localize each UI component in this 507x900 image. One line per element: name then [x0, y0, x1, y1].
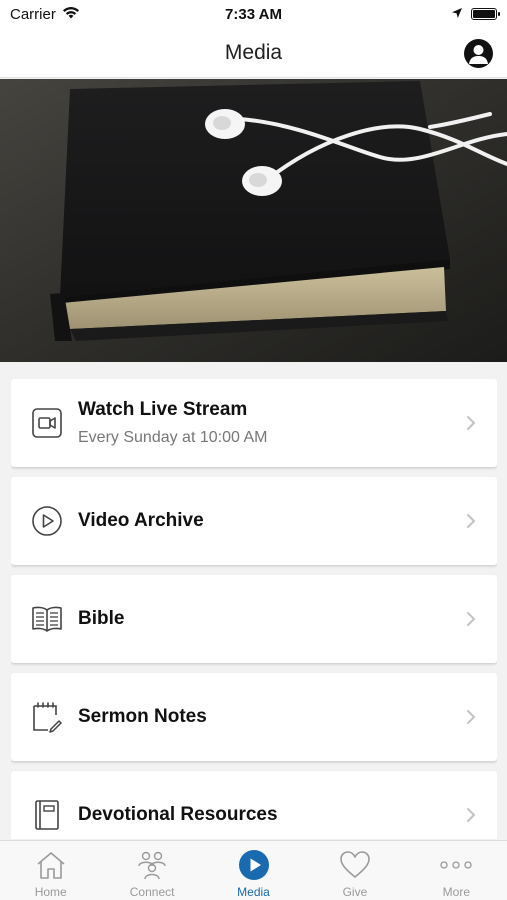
menu-item-video-archive[interactable]: Video Archive	[11, 477, 497, 565]
menu-item-text: Devotional Resources	[78, 804, 461, 826]
tab-label: More	[442, 885, 470, 899]
menu-item-text: Video Archive	[78, 510, 461, 532]
hero-image	[0, 79, 507, 362]
status-right	[451, 6, 500, 23]
notepad-pencil-icon	[30, 700, 64, 734]
user-avatar-icon	[469, 45, 488, 64]
home-icon	[34, 849, 68, 881]
tab-label: Connect	[129, 885, 175, 899]
location-arrow-icon	[451, 6, 463, 23]
chevron-right-icon	[461, 511, 481, 531]
menu-item-text: Sermon Notes	[78, 706, 461, 728]
tab-bar: Home Connect Media Give More	[0, 840, 507, 900]
tab-connect[interactable]: Connect	[101, 841, 202, 900]
menu-item-title: Video Archive	[78, 510, 204, 531]
menu-item-sermon-notes[interactable]: Sermon Notes	[11, 673, 497, 761]
tab-home[interactable]: Home	[0, 841, 101, 900]
menu-item-title: Bible	[78, 608, 125, 629]
nav-header: Media	[0, 28, 507, 78]
media-menu-list: Watch Live Stream Every Sunday at 10:00 …	[11, 379, 497, 839]
tab-more[interactable]: More	[406, 841, 507, 900]
heart-icon	[338, 849, 372, 881]
open-book-icon	[30, 602, 64, 636]
more-dots-icon	[439, 849, 473, 881]
menu-item-watch-live-stream[interactable]: Watch Live Stream Every Sunday at 10:00 …	[11, 379, 497, 467]
menu-item-bible[interactable]: Bible	[11, 575, 497, 663]
menu-item-devotional-resources[interactable]: Devotional Resources	[11, 771, 497, 839]
tab-label: Home	[34, 885, 67, 899]
menu-item-text: Watch Live Stream Every Sunday at 10:00 …	[78, 399, 461, 447]
chevron-right-icon	[461, 707, 481, 727]
tab-give[interactable]: Give	[304, 841, 405, 900]
chevron-right-icon	[461, 805, 481, 825]
status-left: Carrier	[10, 6, 80, 23]
wifi-icon	[62, 6, 80, 23]
video-camera-icon	[30, 406, 64, 440]
carrier-label: Carrier	[10, 5, 56, 23]
menu-item-subtitle: Every Sunday at 10:00 AM	[78, 429, 268, 446]
page-title: Media	[224, 40, 283, 64]
profile-button[interactable]	[464, 39, 493, 68]
chevron-right-icon	[461, 609, 481, 629]
play-circle-icon	[30, 504, 64, 538]
play-circle-filled-icon	[237, 849, 271, 881]
battery-icon	[471, 8, 500, 20]
people-icon	[135, 849, 169, 881]
menu-item-title: Devotional Resources	[78, 804, 278, 825]
menu-item-text: Bible	[78, 608, 461, 630]
menu-item-title: Sermon Notes	[78, 706, 207, 727]
headphones-on-bible-image	[0, 79, 507, 362]
chevron-right-icon	[461, 413, 481, 433]
tab-media[interactable]: Media	[203, 841, 304, 900]
menu-item-title: Watch Live Stream	[78, 399, 248, 420]
tab-label: Media	[237, 885, 270, 899]
status-bar: Carrier 7:33 AM	[0, 0, 507, 28]
book-icon	[30, 798, 64, 832]
tab-label: Give	[342, 885, 368, 899]
